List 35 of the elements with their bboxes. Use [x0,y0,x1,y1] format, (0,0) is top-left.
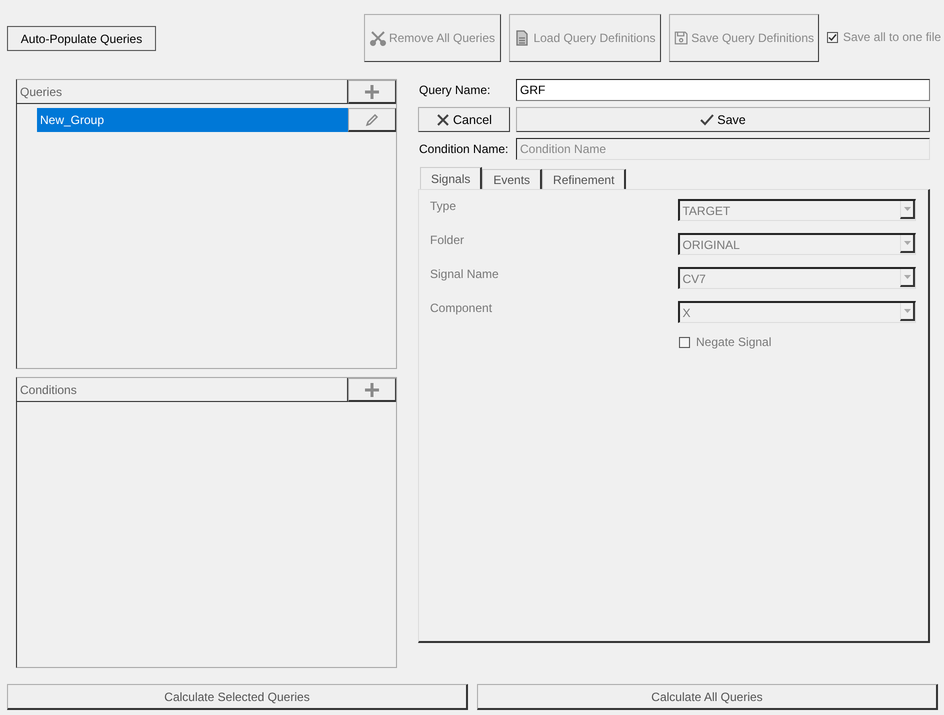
tree-item[interactable]: New_Group [37,108,348,132]
tab[interactable]: Events [482,169,542,189]
cross-tools-icon [370,30,386,46]
query-name-field[interactable]: GRF [516,79,930,101]
field-label: Component [430,301,494,315]
field-label: Type [430,199,458,213]
condition-name-field[interactable]: Condition Name [516,138,930,160]
dropdown-arrow-icon [904,241,910,245]
field-label: Query Name: [418,83,492,97]
dropdown-arrow-icon [904,207,910,211]
document-icon [514,30,530,46]
checkbox-label: Save all to one file [843,30,942,44]
field-label: Condition Name: [418,142,510,156]
dropdown-arrow-icon [904,275,910,279]
plus-icon [365,84,379,98]
close-icon [436,112,450,126]
add-button[interactable] [348,80,396,104]
pencil-icon [365,112,379,126]
check-icon [700,114,714,126]
column-header: Conditions [17,378,348,402]
calculate-button[interactable]: Calculate All Queries [477,684,938,710]
plus-icon [365,382,379,396]
tab[interactable]: Refinement [542,169,626,189]
calculate-button[interactable]: Calculate Selected Queries [7,684,468,710]
checkbox-label: Negate Signal [696,335,772,349]
field-label: Folder [430,233,466,247]
add-button[interactable] [348,378,396,402]
field-label: Signal Name [430,267,500,281]
tab[interactable]: Signals [420,167,482,189]
cancel-button[interactable]: Cancel [418,107,510,132]
auto-populate-button[interactable]: Auto-Populate Queries [7,26,156,51]
save-button[interactable]: Save [516,107,930,132]
edit-button[interactable] [348,108,396,132]
dropdown-arrow-icon [904,309,910,313]
column-header: Queries [17,80,348,104]
